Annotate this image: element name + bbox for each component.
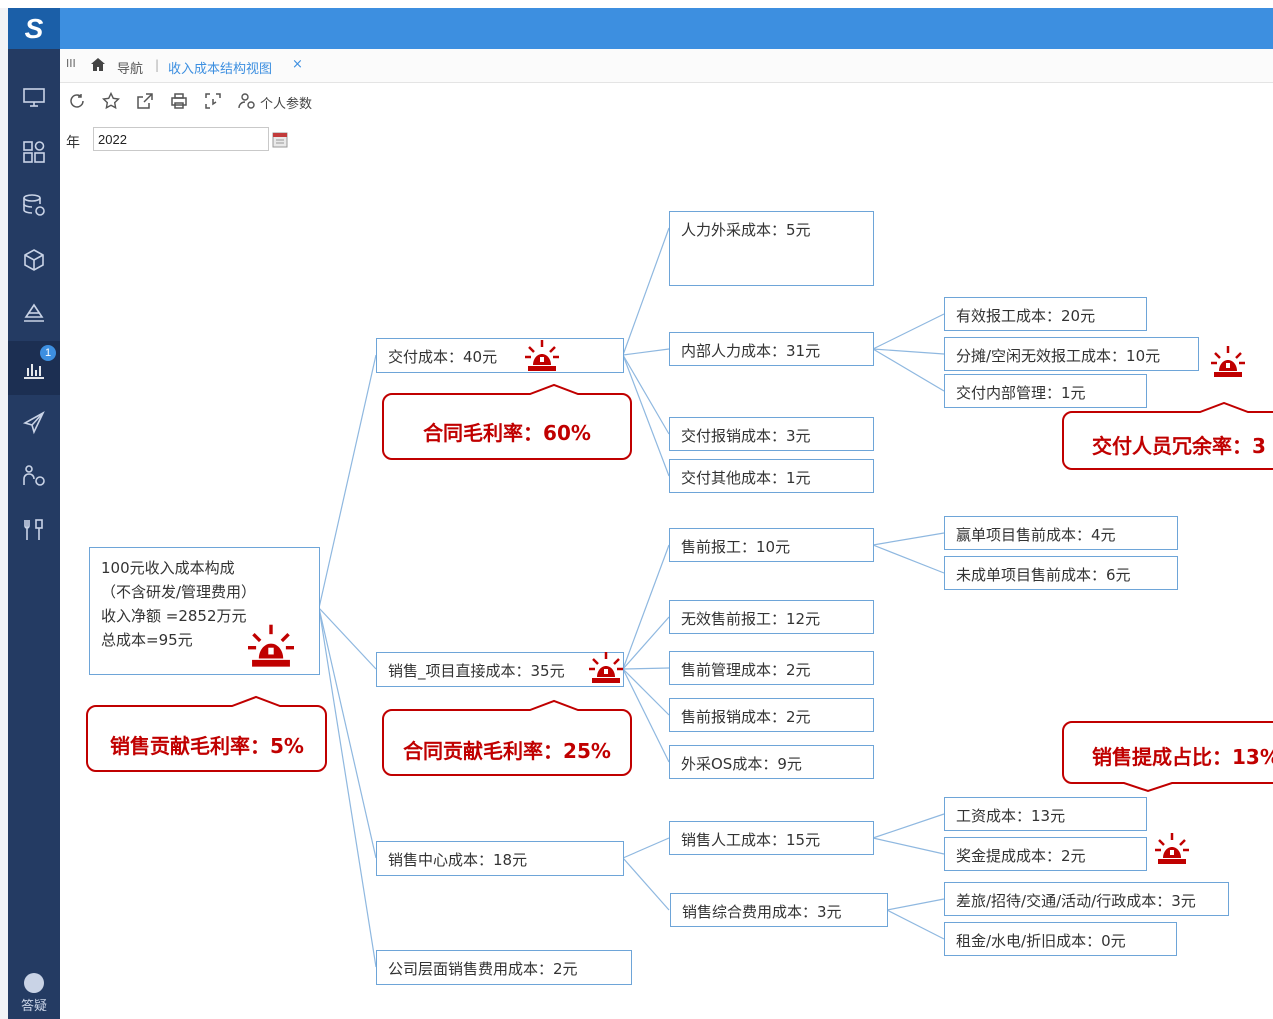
fullscreen-icon [205,93,221,109]
app-logo[interactable]: S [8,8,60,49]
node-delivery-other-cost[interactable]: 交付其他成本：1元 [669,459,874,493]
database-settings-icon [23,194,45,216]
callout-contract-contribution-margin-text: 合同贡献毛利率：25% [403,739,611,763]
print-button[interactable] [168,91,190,111]
year-label: 年 [66,135,80,151]
export-button[interactable] [134,91,156,111]
cube-icon [24,249,44,271]
param-panel: 年 [60,124,1273,158]
alarm-icon [1154,831,1190,865]
favorite-button[interactable] [100,91,122,111]
node-delivery-reimburse-cost[interactable]: 交付报销成本：3元 [669,417,874,451]
help-label: 答疑 [20,999,47,1014]
personal-params-label[interactable]: 个人参数 [260,93,312,112]
cost-structure-tree: 100元收入成本构成 （不含研发/管理费用） 收入净额 =2852万元 总成本=… [60,158,1273,1019]
sidebar-item-cube[interactable] [8,233,60,287]
help-icon [24,973,44,993]
node-delivery-cost[interactable]: 交付成本：40元 [376,338,624,373]
personal-params-button[interactable] [236,91,258,111]
refresh-icon [70,94,84,108]
node-internal-hr-cost[interactable]: 内部人力成本：31元 [669,332,874,366]
node-outsource-os-cost[interactable]: 外采OS成本：9元 [669,745,874,779]
callout-sales-contribution-margin: 销售贡献毛利率：5% [86,695,328,774]
sidebar-item-monitor[interactable] [8,71,60,125]
notification-badge: 1 [40,345,56,361]
callout-contract-contribution-margin: 合同贡献毛利率：25% [382,699,632,778]
node-salary-cost[interactable]: 工资成本：13元 [944,797,1147,831]
fullscreen-button[interactable] [202,91,224,111]
sidebar-item-network[interactable] [8,449,60,503]
monitor-icon [23,88,45,107]
tab-separator: | [155,58,160,72]
callout-sales-contribution-margin-text: 销售贡献毛利率：5% [110,734,304,758]
calendar-icon[interactable] [272,130,288,148]
node-rent-utilities-cost[interactable]: 租金/水电/折旧成本：0元 [944,922,1177,956]
menu-toggle-icon[interactable]: III [66,57,76,70]
left-margin [0,0,8,1019]
root-subtitle: （不含研发/管理费用） [101,583,257,601]
sidebar-item-send[interactable] [8,395,60,449]
sidebar: 1 [8,49,60,1019]
home-icon[interactable] [90,57,106,76]
top-bar [8,8,1273,49]
print-icon [171,93,187,109]
node-lost-presales-cost[interactable]: 未成单项目售前成本：6元 [944,556,1178,590]
send-icon [22,411,45,435]
alarm-icon [588,650,624,684]
node-sales-general-cost[interactable]: 销售综合费用成本：3元 [670,893,888,927]
node-sales-direct-cost[interactable]: 销售_项目直接成本：35元 [376,652,624,687]
node-won-presales-cost[interactable]: 赢单项目售前成本：4元 [944,516,1178,550]
callout-sales-commission-ratio-text: 销售提成占比：13% [1092,745,1273,769]
node-hr-outsource-cost[interactable]: 人力外采成本：5元 [669,211,874,286]
node-sales-center-cost[interactable]: 销售中心成本：18元 [376,841,624,876]
help-button[interactable]: 答疑 [8,965,60,1019]
user-settings-icon [238,93,255,109]
sidebar-item-database[interactable] [8,179,60,233]
stack-icon [24,303,44,322]
tab-navigation[interactable]: 导航 [117,58,143,77]
top-margin [0,0,1273,8]
tab-bar: III 导航 | 收入成本结构视图 × [60,49,1273,83]
node-valid-work-cost[interactable]: 有效报工成本：20元 [944,297,1147,331]
star-icon [102,92,120,110]
sidebar-item-stack[interactable] [8,287,60,341]
tools-icon [24,519,43,540]
refresh-button[interactable] [66,91,88,111]
callout-contract-gross-margin: 合同毛利率：60% [382,383,632,462]
node-bonus-commission-cost[interactable]: 奖金提成成本：2元 [944,837,1147,871]
node-presales-work[interactable]: 售前报工：10元 [669,528,874,562]
node-presales-mgmt-cost[interactable]: 售前管理成本：2元 [669,651,874,685]
year-input[interactable] [93,127,269,151]
callout-delivery-redundancy-text: 交付人员冗余率：3 [1092,434,1266,458]
toolbar: 个人参数 [60,83,1273,119]
tab-close-icon[interactable]: × [292,57,303,72]
dashboard-icon [23,141,45,163]
callout-contract-gross-margin-text: 合同毛利率：60% [423,421,591,445]
alarm-icon [524,338,560,372]
node-idle-invalid-work-cost[interactable]: 分摊/空闲无效报工成本：10元 [944,337,1199,371]
callout-delivery-redundancy: 交付人员冗余率：3 [1062,402,1273,472]
node-company-sales-cost[interactable]: 公司层面销售费用成本：2元 [376,950,632,985]
sidebar-item-dashboard[interactable] [8,125,60,179]
node-travel-admin-cost[interactable]: 差旅/招待/交通/活动/行政成本：3元 [944,882,1229,916]
root-title: 100元收入成本构成 [101,559,235,577]
callout-sales-commission-ratio: 销售提成占比：13% [1062,721,1273,793]
tab-revenue-cost-view[interactable]: 收入成本结构视图 [168,58,272,77]
node-invalid-presales-work[interactable]: 无效售前报工：12元 [669,600,874,634]
alarm-icon [246,622,296,668]
export-icon [137,93,153,109]
sidebar-item-tools[interactable] [8,503,60,557]
network-settings-icon [23,465,45,486]
alarm-icon [1210,344,1246,378]
node-presales-reimburse-cost[interactable]: 售前报销成本：2元 [669,698,874,732]
sidebar-item-charts[interactable]: 1 [8,341,60,395]
node-sales-labor-cost[interactable]: 销售人工成本：15元 [669,821,874,855]
